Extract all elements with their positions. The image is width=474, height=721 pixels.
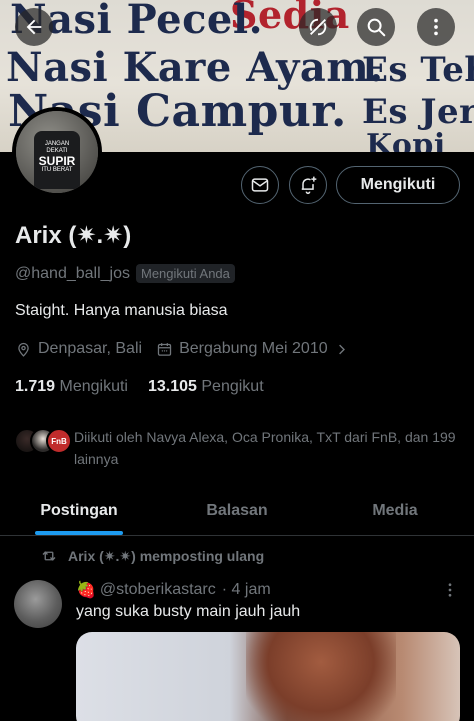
location: Denpasar, Bali: [15, 340, 142, 358]
repost-indicator[interactable]: Arix (✷.✷) memposting ulang: [40, 547, 264, 565]
followers-label: Pengikut: [201, 378, 264, 395]
more-vertical-icon: [434, 18, 438, 36]
bell-plus-icon: [301, 176, 317, 195]
location-pin-icon: [18, 342, 29, 357]
following-button[interactable]: Mengikuti: [336, 166, 460, 204]
joined-text: Bergabung Mei 2010: [179, 340, 328, 357]
avatar: FnB: [46, 428, 72, 454]
followed-by-text[interactable]: Diikuti oleh Navya Alexa, Oca Pronika, T…: [74, 426, 464, 470]
followers-count: 13.105: [147, 378, 197, 395]
followed-by-avatars[interactable]: FnB: [14, 428, 72, 454]
calendar-icon: [157, 342, 172, 356]
tweet-text: yang suka busty main jauh jauh: [76, 603, 301, 620]
tweet-header: 🍓 @stoberikastarc · 4 jam: [76, 580, 271, 600]
joined-date[interactable]: Bergabung Mei 2010: [156, 340, 349, 358]
tweet-author-handle[interactable]: @stoberikastarc: [100, 581, 216, 599]
back-button[interactable]: [15, 8, 53, 46]
more-vertical-icon: [448, 583, 452, 597]
notifications-button[interactable]: [289, 166, 327, 204]
banner-text-right3: Kopi: [366, 128, 446, 152]
follows-you-badge: Mengikuti Anda: [136, 264, 235, 283]
message-button[interactable]: [241, 166, 279, 204]
tab-posts[interactable]: Postingan: [0, 486, 158, 535]
tab-replies[interactable]: Balasan: [158, 486, 316, 535]
profile-handle: @hand_ball_jos: [15, 264, 130, 282]
tab-media[interactable]: Media: [316, 486, 474, 535]
banner-text-right1: Es Teh: [362, 50, 474, 90]
profile-tabs: Postingan Balasan Media: [0, 486, 474, 536]
following-count-link[interactable]: 1.719 Mengikuti: [15, 378, 128, 396]
profile-name: Arix (✷.✷): [15, 222, 132, 249]
handle-row: @hand_ball_jos Mengikuti Anda: [15, 264, 235, 283]
envelope-icon: [251, 178, 269, 192]
repost-text: Arix (✷.✷) memposting ulang: [68, 547, 265, 564]
banner-text-line2: Nasi Kare Ayam.: [6, 44, 384, 91]
avatar-shirt-text: JANGAN DEKATI SUPIR ITU BERAT: [38, 141, 76, 173]
repost-icon: [42, 551, 56, 561]
banner-text-right2: Es Jeru: [362, 92, 474, 132]
tweet-media-image[interactable]: [76, 632, 460, 721]
tweet-author-avatar[interactable]: [14, 580, 62, 628]
refresh-off-icon: [309, 18, 327, 36]
follow-counts: 1.719 Mengikuti 13.105 Pengikut: [15, 378, 284, 396]
following-label: Mengikuti: [59, 378, 128, 395]
profile-meta: Denpasar, Bali Bergabung Mei 2010: [15, 340, 363, 358]
search-icon: [367, 18, 386, 37]
location-text: Denpasar, Bali: [38, 340, 143, 357]
followers-count-link[interactable]: 13.105 Pengikut: [148, 378, 264, 396]
chevron-right-icon: [338, 344, 345, 354]
arrow-left-icon: [26, 19, 42, 35]
search-button[interactable]: [357, 8, 395, 46]
profile-bio: Staight. Hanya manusia biasa: [15, 302, 228, 319]
profile-avatar[interactable]: JANGAN DEKATI SUPIR ITU BERAT: [12, 107, 102, 197]
strawberry-icon: 🍓: [76, 582, 96, 599]
tweet-more-button[interactable]: [440, 580, 460, 600]
media-photo-content: [246, 632, 396, 721]
more-options-button[interactable]: [417, 8, 455, 46]
tweet-time[interactable]: · 4 jam: [222, 581, 271, 599]
following-count: 1.719: [15, 378, 56, 395]
mute-conversation-button[interactable]: [299, 8, 337, 46]
